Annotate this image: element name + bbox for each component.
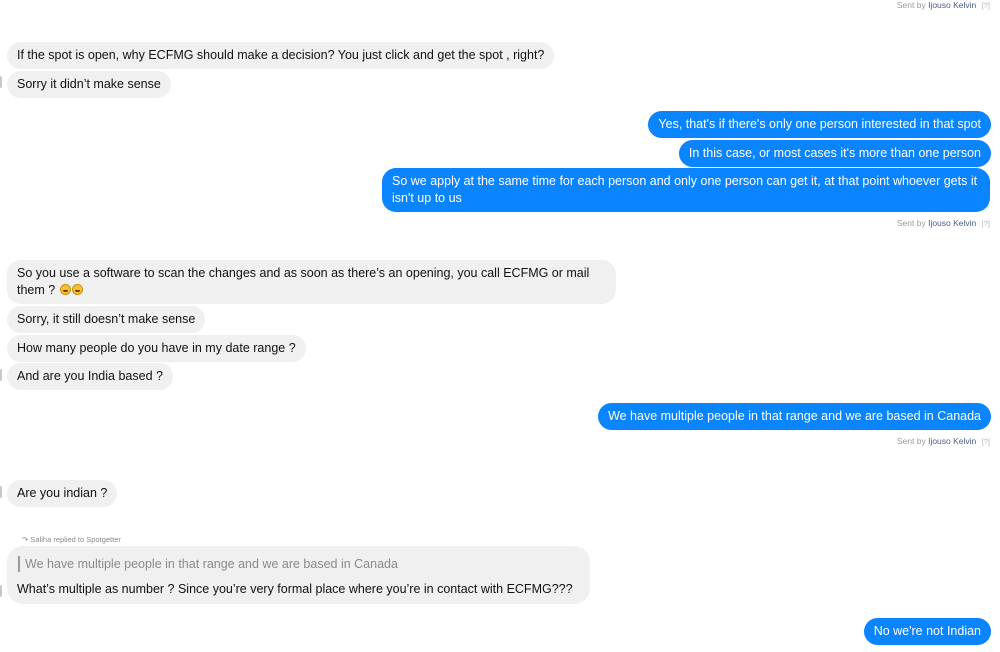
incoming-message[interactable]: Are you indian ?	[7, 480, 118, 507]
reply-meta-text: Saliha replied to Spotgetter	[30, 535, 121, 544]
incoming-message[interactable]: If the spot is open, why ECFMG should ma…	[7, 42, 555, 69]
incoming-message[interactable]: Sorry, it still doesn’t make sense	[7, 306, 206, 333]
incoming-avatar-edge	[0, 76, 2, 88]
reply-arrow-icon: ↷	[22, 535, 29, 544]
sent-by-status: Sent by Ijouso Kelvin [?]	[897, 0, 990, 10]
incoming-message[interactable]: Sorry it didn’t make sense	[7, 71, 171, 98]
quoted-message[interactable]: We have multiple people in that range an…	[25, 556, 398, 573]
reply-indicator: ↷ Saliha replied to Spotgetter	[22, 535, 121, 544]
incoming-avatar-edge	[0, 585, 2, 597]
sender-name-link[interactable]: Ijouso Kelvin	[928, 218, 976, 228]
quote-bar	[18, 556, 20, 572]
laughing-emoji-icon	[71, 284, 83, 295]
outgoing-message[interactable]: So we apply at the same time for each pe…	[382, 168, 990, 212]
info-marker[interactable]: [?]	[982, 219, 990, 228]
sender-name-link[interactable]: Ijouso Kelvin	[928, 0, 976, 10]
laughing-emoji-icon	[59, 284, 71, 295]
outgoing-message[interactable]: In this case, or most cases it's more th…	[678, 140, 991, 167]
outgoing-message[interactable]: Yes, that's if there's only one person i…	[648, 111, 991, 138]
sent-by-status: Sent by Ijouso Kelvin [?]	[897, 218, 990, 228]
sent-by-status: Sent by Ijouso Kelvin [?]	[897, 436, 990, 446]
sent-by-prefix: Sent by	[896, 218, 926, 228]
incoming-message[interactable]: And are you India based ?	[7, 363, 173, 390]
info-marker[interactable]: [?]	[982, 437, 990, 446]
sent-by-prefix: Sent by	[896, 0, 926, 10]
sender-name-link[interactable]: Ijouso Kelvin	[928, 436, 976, 446]
incoming-message[interactable]: So you use a software to scan the change…	[7, 260, 616, 304]
info-marker[interactable]: [?]	[982, 1, 990, 10]
outgoing-message[interactable]: No we're not Indian	[863, 618, 991, 645]
sent-by-prefix: Sent by	[896, 436, 926, 446]
incoming-message[interactable]: How many people do you have in my date r…	[7, 335, 306, 362]
message-text: So you use a software to scan the change…	[17, 266, 590, 297]
incoming-avatar-edge	[0, 369, 2, 381]
outgoing-message[interactable]: We have multiple people in that range an…	[598, 403, 991, 430]
incoming-avatar-edge	[0, 486, 2, 498]
reply-message-bubble[interactable]: We have multiple people in that range an…	[7, 546, 590, 604]
reply-message-text: What’s multiple as number ? Since you’re…	[17, 582, 573, 596]
